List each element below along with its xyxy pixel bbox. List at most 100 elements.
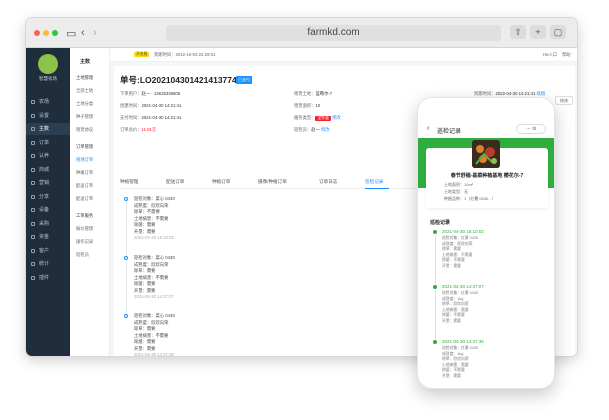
inspection-section: 巡检记录 2021-04-30 15:10:02 巡检对象：红薯 0430 成熟度：… [426, 214, 548, 388]
sidebar-item[interactable]: 营销 [26, 177, 70, 189]
tab-item[interactable]: 种植订单 [212, 179, 230, 185]
record-date: 2021-04-30 14:37:36 [442, 339, 484, 344]
submenu-item[interactable]: 配送订单 [76, 183, 93, 189]
sidebar-item[interactable]: 采购 [26, 218, 70, 230]
submenu-item[interactable]: 土地分类 [76, 101, 93, 107]
record-date: 2021-04-30 15:10:02 [442, 229, 484, 234]
submenu-item[interactable]: 全部土地 [76, 88, 93, 94]
land-info-card: 春节舒楹-基菜种植基地 樱花尔-7 土地面积：10m² 土地类型：无 种植品种：1（… [426, 140, 548, 208]
close-window-dot[interactable] [34, 30, 40, 36]
land-info-row: 土地类型：无 [444, 189, 468, 195]
land-info-row: 土地面积：10m² [444, 182, 473, 188]
timeline-dot [124, 256, 128, 260]
sidebar-item[interactable]: 资金 [26, 231, 70, 243]
sidebar-item[interactable]: 设备 [26, 204, 70, 216]
timeline-dot [124, 197, 128, 201]
url-bar[interactable]: farmkd.com [166, 25, 501, 41]
record-details: 巡检对象：红薯 0430 成熟度：1kg 除草：欣欣向荣 土地病害：需要 除菌：不需要开… [442, 346, 478, 380]
menu-icon [31, 262, 35, 266]
sidebar-item-label: 分享 [39, 193, 50, 200]
sidebar-item[interactable]: 统计 [26, 258, 70, 270]
submenu-title: 主数 [80, 59, 91, 65]
submenu-group-title: 土地管理 [76, 75, 94, 80]
record-time: 2021-04-30 15:10:02 [134, 235, 174, 240]
maximize-window-dot[interactable] [52, 30, 58, 36]
record-line: 巡检对象：菜心 0430 [134, 313, 175, 318]
tab-item[interactable]: 配送订单 [166, 179, 184, 185]
record-time: 2021-04-30 14:37:07 [134, 294, 174, 299]
record-details: 巡检对象：红薯 0430 成熟度：欣欣向荣 除草：需要 土地病害：不需要 除菌：不需要开… [442, 236, 478, 270]
submenu-item[interactable]: 配送订单 [76, 196, 93, 202]
edit-button[interactable]: 修改 [555, 96, 573, 105]
create-time-row: 创建时间：2021-04-30 14:21:41 [120, 103, 182, 108]
new-tab-icon[interactable]: + [530, 25, 546, 39]
menu-icon [31, 221, 35, 226]
phone-header: ‹ 巡检记录 ··· ⊙ [418, 98, 554, 140]
sidebar-item-label: 统计 [39, 261, 50, 267]
record-line: 巡检对象：红薯 0430 [442, 346, 479, 350]
info-value: 10m² [464, 182, 474, 187]
sidebar-item-label: 商城 [39, 166, 50, 173]
phone-title: 巡检记录 [437, 129, 462, 135]
forward-icon[interactable]: › [93, 27, 97, 39]
sidebar-item[interactable]: 主数 [26, 123, 70, 135]
record-line: 开垦：需要 [442, 263, 461, 268]
sidebar-item-label: 订单 [39, 139, 50, 146]
sidebar-item-label: 农场 [39, 99, 50, 105]
sidebar-item-label: 客户 [39, 247, 50, 254]
help-link[interactable]: 帮助 [562, 52, 571, 58]
submenu-item[interactable]: 巡检员 [76, 252, 89, 258]
submenu-item[interactable]: 操作记录 [76, 239, 93, 245]
miniapp-capsule[interactable]: ··· ⊙ [516, 124, 546, 134]
sidebar-item[interactable]: 插件 [26, 272, 70, 284]
menu-icon [31, 235, 35, 239]
tab-item[interactable]: 摄像/种植订单 [258, 179, 287, 185]
sidebar-item[interactable]: 设置 [26, 110, 70, 122]
sidebar-item[interactable]: 订单 [26, 137, 70, 149]
submenu-item[interactable]: 报价管理 [76, 226, 93, 232]
sidebar-item[interactable]: 农场 [26, 96, 70, 108]
sidebar-toggle-icon[interactable]: ▭ [66, 27, 76, 40]
minimize-window-dot[interactable] [43, 30, 49, 36]
submenu-item[interactable]: 种子管理 [76, 114, 93, 120]
sidebar-item[interactable]: 商城 [26, 164, 70, 176]
pay-time-row: 支付时间：2021-04-30 14:21:41 [120, 115, 182, 120]
status-badge: 已支付 [236, 76, 252, 84]
sidebar-item-label: 设备 [39, 207, 50, 213]
service-edit-link[interactable]: 修改 [332, 115, 341, 120]
farm-logo-icon [38, 54, 58, 74]
sidebar-item[interactable]: 分享 [26, 191, 70, 203]
submenu-item[interactable]: 租地订单 [76, 157, 93, 163]
tab-item[interactable]: 订单日志 [319, 179, 337, 185]
menu-icon [31, 208, 35, 212]
record-line: 巡检对象：红薯 0430 [442, 291, 479, 295]
back-icon[interactable]: ‹ [427, 125, 429, 132]
inspector-edit-link[interactable]: 修改 [321, 127, 330, 132]
service-row: 服务类型： 全托管 修改 [294, 115, 341, 121]
tab-item[interactable]: 种植管理 [120, 179, 138, 185]
land-row: 租赁土地：蓝莓尔-7 [294, 91, 333, 96]
record-line: 开垦：需要 [442, 318, 461, 323]
renew-link[interactable]: 续租 [537, 91, 546, 96]
menu-icon [31, 181, 35, 185]
share-icon[interactable]: ⇧ [510, 25, 526, 39]
sidebar-item[interactable]: 客户 [26, 245, 70, 257]
tabs-overview-icon[interactable]: ▢ [550, 25, 566, 39]
record-details: 巡检对象：红薯 0430 成熟度：1kg 除草：欣欣向荣 土地病害：需要 除菌：不需要开… [442, 291, 478, 325]
menu-icon [31, 275, 35, 280]
timeline-dot [433, 230, 437, 234]
back-icon[interactable]: ‹ [81, 27, 85, 39]
h5-entry-link[interactable]: H5入口 [543, 52, 557, 58]
inspection-record: 巡检对象：菜心 0430 成熟度：欣欣向荣 除草：需要 土地病害：不需要 除菌：需要 开垦… [134, 255, 175, 301]
tab-bar: 种植管理 配送订单 种植订单 摄像/种植订单 订单日志 巡检记录 [120, 179, 450, 189]
timeline-dot [433, 340, 437, 344]
submenu-item[interactable]: 种植订单 [76, 170, 93, 176]
sidebar-item[interactable]: 认养 [26, 150, 70, 162]
timeline-dot [433, 285, 437, 289]
submenu-item[interactable]: 租赁协议 [76, 127, 93, 133]
service-tag: 全托管 [315, 116, 331, 121]
active-tab-underline [365, 188, 389, 189]
top-bar: 开发版 到期时间：2042-10-03 22:29:01 H5入口 帮助 [110, 48, 577, 62]
tab-item[interactable]: 巡检记录 [365, 179, 383, 185]
produce-image [472, 140, 500, 168]
